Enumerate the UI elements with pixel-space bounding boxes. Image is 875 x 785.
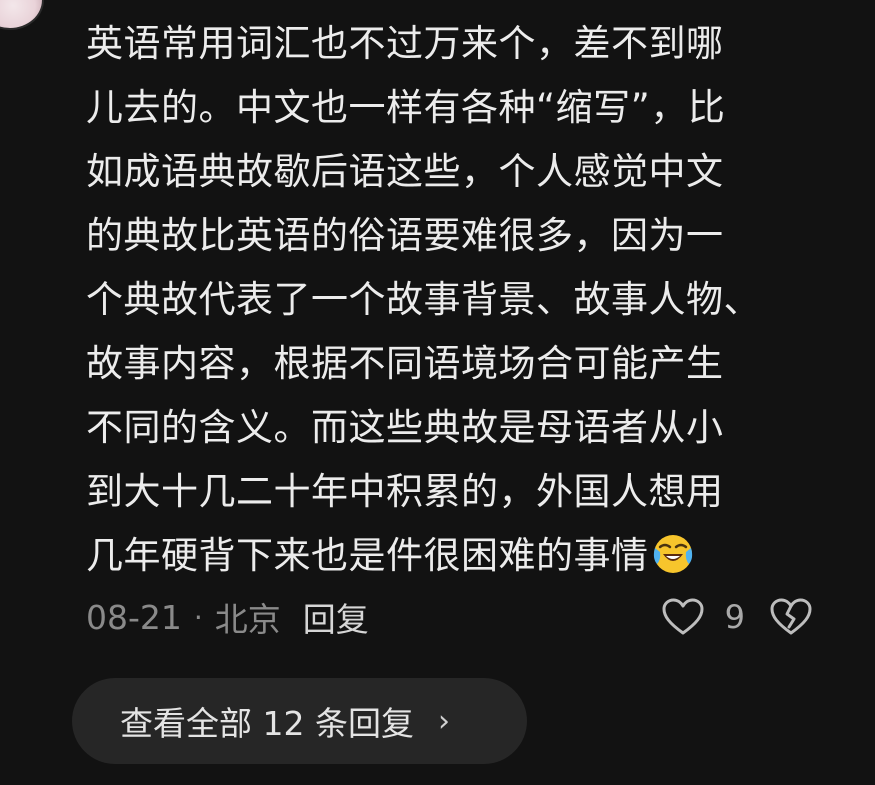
comment-line: 不同的含义。而这些典故是母语者从小 bbox=[86, 406, 724, 449]
comment-text: 英语常用词汇也不过万来个，差不到哪 儿去的。中文也一样有各种“缩写”，比 如成语… bbox=[86, 12, 821, 588]
comment-line: 英语常用词汇也不过万来个，差不到哪 bbox=[86, 22, 724, 65]
heart-outline-icon[interactable] bbox=[661, 597, 705, 637]
view-all-replies-button[interactable]: 查看全部 12 条回复 › bbox=[72, 678, 527, 764]
broken-heart-icon[interactable] bbox=[769, 597, 813, 641]
reply-button[interactable]: 回复 bbox=[303, 593, 369, 641]
like-button[interactable]: 9 bbox=[661, 595, 745, 639]
view-all-replies-label: 查看全部 12 条回复 bbox=[120, 704, 414, 743]
comment-date: 08-21 bbox=[86, 597, 182, 637]
laughing-crying-emoji-icon bbox=[651, 532, 695, 576]
comment-line: 个典故代表了一个故事背景、故事人物、 bbox=[86, 278, 761, 321]
avatar[interactable] bbox=[0, 0, 42, 28]
like-count: 9 bbox=[724, 598, 745, 636]
chevron-right-icon: › bbox=[437, 703, 450, 739]
comment-line: 故事内容，根据不同语境场合可能产生 bbox=[86, 342, 724, 385]
comment-line: 到大十几二十年中积累的，外国人想用 bbox=[86, 470, 724, 513]
comment-line: 儿去的。中文也一样有各种“缩写”，比 bbox=[86, 86, 726, 129]
comment-line: 的典故比英语的俗语要难很多，因为一 bbox=[86, 214, 724, 257]
meta-separator: · bbox=[193, 600, 203, 634]
comment-line: 几年硬背下来也是件很困难的事情 bbox=[86, 534, 649, 577]
comment-line-last: 几年硬背下来也是件很困难的事情 bbox=[86, 524, 821, 588]
comment-location: 北京 bbox=[214, 600, 281, 639]
comment-line: 如成语典故歇后语这些，个人感觉中文 bbox=[86, 150, 724, 193]
